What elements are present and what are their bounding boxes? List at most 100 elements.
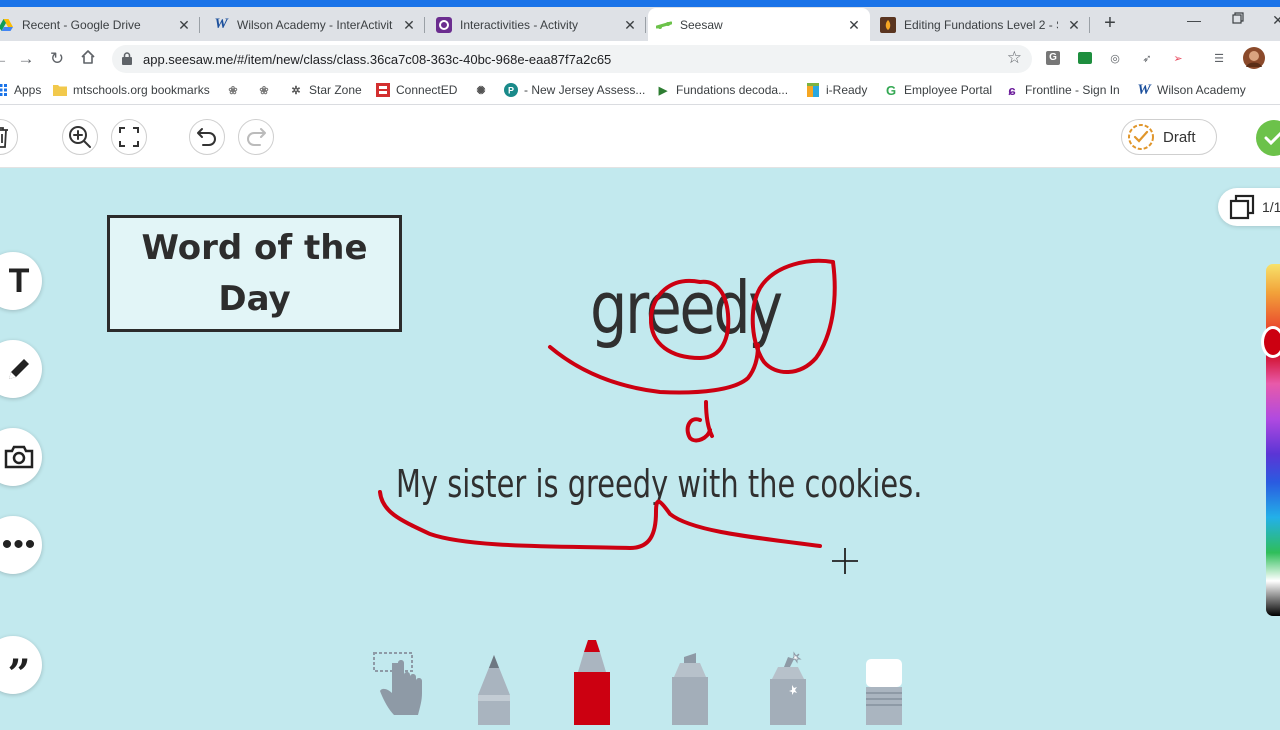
bookmark-connected[interactable]: ConnectED	[376, 81, 457, 99]
seesaw-toolbar: Draft	[0, 105, 1280, 168]
bookmark-frontline[interactable]: ɕ Frontline - Sign In	[1005, 81, 1120, 99]
pencil-tool[interactable]	[474, 635, 514, 730]
frontline-icon: ɕ	[1008, 82, 1016, 98]
bookmark-apps[interactable]: Apps	[0, 81, 41, 99]
extension-classroom-icon[interactable]	[1077, 50, 1093, 66]
profile-avatar[interactable]	[1243, 47, 1265, 69]
redo-icon	[247, 128, 266, 146]
tab-bar-accent	[0, 0, 1280, 7]
bookmark-fundations[interactable]: ▶ Fundations decoda...	[656, 81, 788, 99]
example-sentence[interactable]: My sister is greedy with the cookies.	[396, 462, 922, 506]
text-icon: T	[8, 261, 30, 300]
extension-g-icon[interactable]: G	[1045, 50, 1061, 66]
home-icon[interactable]	[78, 49, 98, 69]
close-tab-icon[interactable]: ✕	[176, 17, 192, 33]
folder-icon	[53, 83, 67, 97]
marker-tool[interactable]	[570, 635, 614, 730]
undo-button[interactable]	[189, 119, 225, 155]
glitter-pen-tool[interactable]	[766, 635, 810, 730]
bookmark-brain-2[interactable]: ❀	[257, 81, 277, 99]
highlighter-tool[interactable]	[668, 635, 712, 730]
hand-pointer-icon	[373, 652, 422, 715]
fullscreen-icon	[119, 127, 139, 147]
close-tab-icon[interactable]: ✕	[1066, 17, 1082, 33]
tab-wilson-academy[interactable]: W Wilson Academy - InterActivitie ✕	[205, 8, 425, 41]
bookmark-label: Frontline - Sign In	[1025, 83, 1120, 97]
trash-icon	[0, 127, 8, 148]
bookmark-star-icon[interactable]: ☆	[1007, 48, 1022, 68]
page-counter-button[interactable]: 1/1	[1218, 188, 1280, 226]
tab-title: Interactivities - Activity	[460, 17, 579, 32]
word-of-the-day-title: Word of the Day	[141, 227, 368, 319]
word-of-the-day-box[interactable]: Word of the Day	[107, 215, 402, 332]
wilson-academy-icon: W	[214, 16, 228, 32]
url-text: app.seesaw.me/#/item/new/class/class.36c…	[143, 52, 612, 67]
extension-globe-icon[interactable]: ◎	[1107, 50, 1123, 66]
zoom-in-icon	[69, 126, 91, 148]
fundations-icon	[880, 16, 896, 33]
page-counter-label: 1/1	[1262, 199, 1280, 215]
close-tab-icon[interactable]: ✕	[622, 17, 638, 33]
bookmarks-bar: Apps mtschools.org bookmarks ❀ ❀ ✲ Star …	[0, 76, 1280, 105]
bookmark-label: Fundations decoda...	[676, 83, 789, 97]
browser-tab-bar: Recent - Google Drive ✕ W Wilson Academy…	[0, 0, 1280, 41]
extension-rocket-icon[interactable]: ➶	[1139, 50, 1155, 66]
restore-button[interactable]	[1228, 11, 1248, 27]
minimize-button[interactable]: —	[1184, 12, 1204, 28]
extension-cast-icon[interactable]: ➢	[1170, 50, 1186, 66]
tab-interactivities[interactable]: Interactivities - Activity ✕	[428, 8, 646, 41]
bookmark-brain[interactable]: ❀	[226, 81, 246, 99]
submit-check-button[interactable]	[1256, 120, 1280, 156]
back-icon[interactable]: ←	[0, 49, 10, 69]
activity-app-icon	[436, 16, 452, 33]
tab-fundations[interactable]: Editing Fundations Level 2 - Sc ✕	[872, 8, 1090, 41]
selected-color-swatch[interactable]	[1261, 326, 1280, 358]
quote-icon: ”	[7, 650, 31, 698]
bookmark-star-zone[interactable]: ✲ Star Zone	[289, 81, 361, 99]
tab-title: Seesaw	[680, 17, 723, 32]
tab-google-drive[interactable]: Recent - Google Drive ✕	[0, 8, 200, 41]
draft-icon	[1128, 124, 1154, 150]
fullscreen-button[interactable]	[111, 119, 147, 155]
new-tab-button[interactable]: +	[1100, 13, 1120, 33]
connected-icon	[376, 83, 390, 97]
brain-icon: ❀	[228, 84, 238, 97]
omnibox[interactable]: app.seesaw.me/#/item/new/class/class.36c…	[112, 45, 1032, 73]
bookmark-sparkle[interactable]: ✺	[474, 81, 494, 99]
eraser-tool[interactable]	[864, 635, 904, 730]
draft-label: Draft	[1163, 128, 1196, 146]
lock-icon	[122, 52, 132, 65]
forward-icon[interactable]: →	[16, 49, 36, 69]
bookmark-mtschools[interactable]: mtschools.org bookmarks	[53, 81, 210, 99]
reading-list-icon[interactable]: ☰	[1211, 50, 1227, 66]
trash-button[interactable]	[0, 119, 18, 155]
bookmark-nj-assess[interactable]: P - New Jersey Assess...	[504, 81, 645, 99]
bookmark-label: Employee Portal	[904, 83, 993, 97]
close-window-button[interactable]: ✕	[1268, 12, 1280, 29]
bookmark-iready[interactable]: i-Ready	[806, 81, 867, 99]
seesaw-icon	[656, 17, 672, 33]
svg-text:P: P	[508, 86, 514, 96]
vocabulary-word[interactable]: greedy	[590, 266, 783, 350]
eraser-icon	[866, 659, 902, 725]
bookmark-label: Apps	[14, 83, 42, 97]
color-picker-bar[interactable]	[1266, 264, 1280, 616]
pointer-tool[interactable]	[370, 635, 426, 730]
close-tab-icon[interactable]: ✕	[401, 17, 417, 33]
close-tab-icon[interactable]: ✕	[846, 17, 862, 33]
tab-title: Wilson Academy - InterActivitie	[237, 17, 393, 32]
sparkle-icon: ✺	[476, 84, 486, 97]
apps-grid-icon	[0, 83, 8, 97]
marker-icon	[574, 640, 610, 725]
bookmark-employee-portal[interactable]: G Employee Portal	[884, 81, 992, 99]
zoom-button[interactable]	[62, 119, 98, 155]
draft-button[interactable]: Draft	[1121, 119, 1217, 155]
reload-icon[interactable]: ↻	[47, 49, 67, 69]
tab-seesaw[interactable]: Seesaw ✕	[648, 8, 870, 41]
google-icon: G	[885, 82, 897, 98]
bookmark-label: ConnectED	[396, 83, 458, 97]
brain-icon-2: ❀	[259, 84, 269, 97]
highlighter-icon	[672, 653, 708, 725]
redo-button[interactable]	[238, 119, 274, 155]
bookmark-wilson-academy[interactable]: W Wilson Academy	[1137, 81, 1245, 99]
